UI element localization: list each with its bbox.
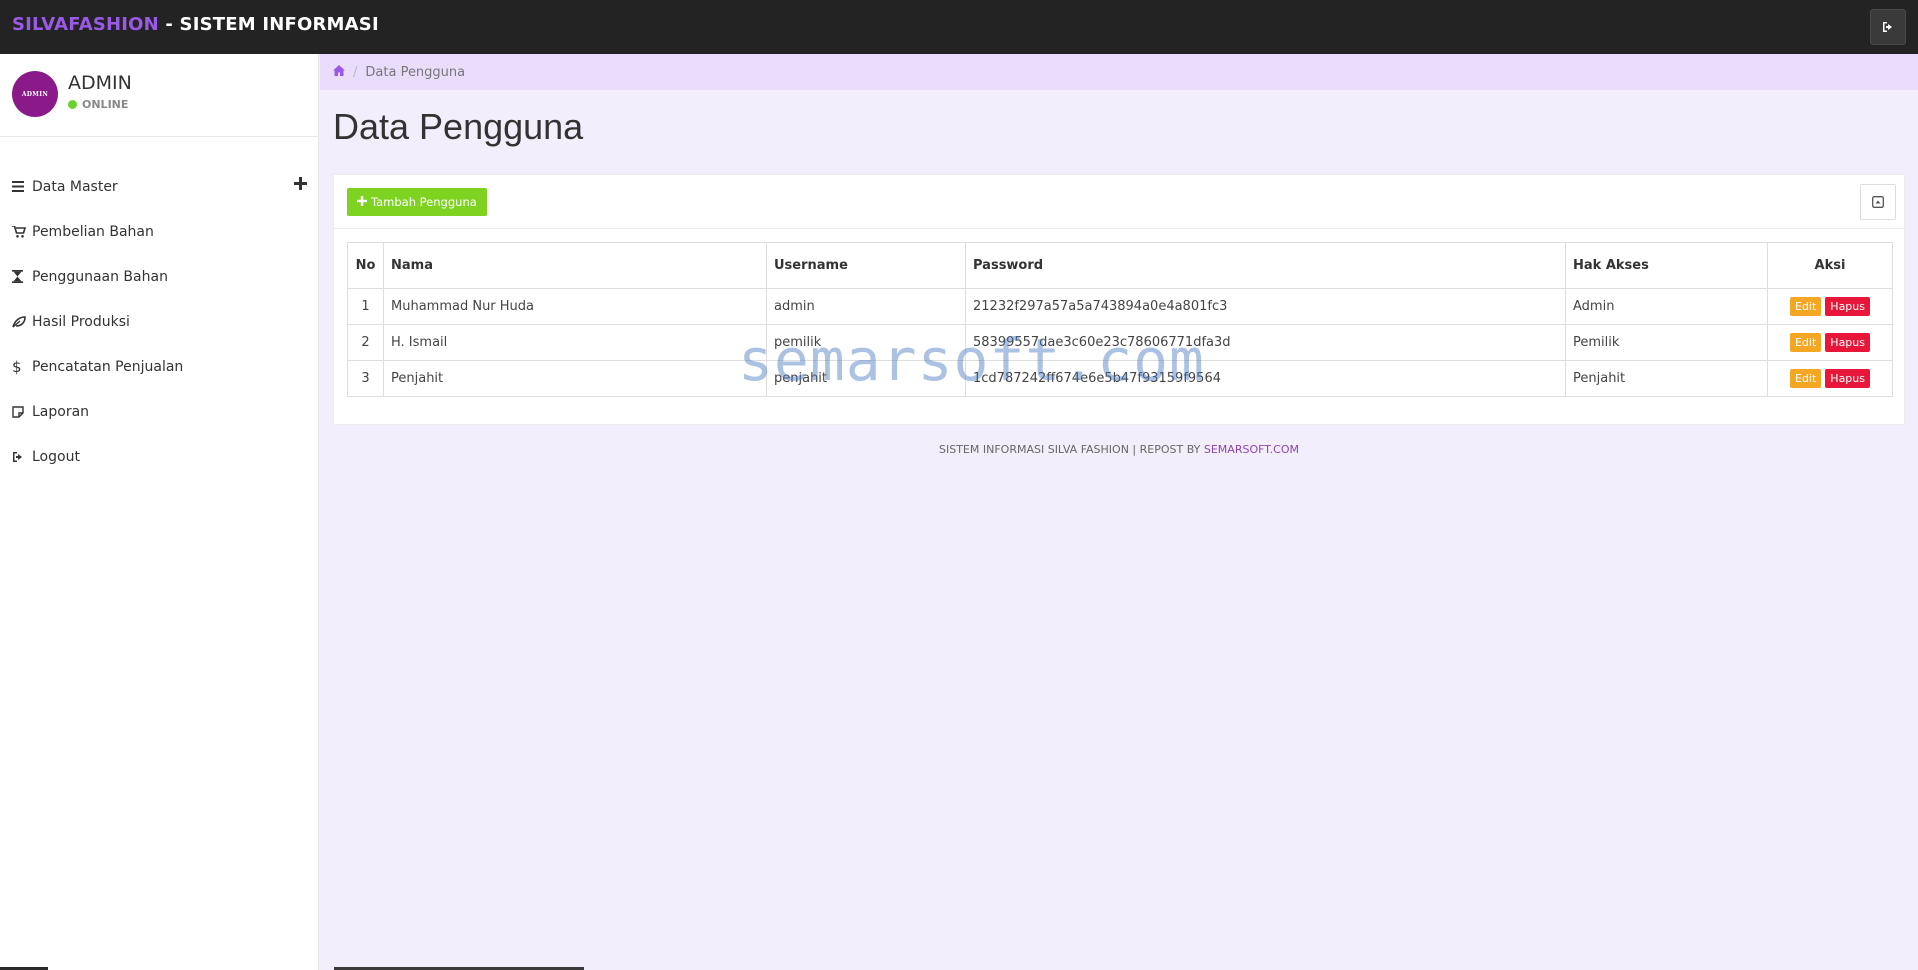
- sidebar-item-pembelian-bahan[interactable]: Pembelian Bahan: [0, 209, 319, 254]
- cell-hak-akses: Admin: [1565, 288, 1768, 325]
- home-icon[interactable]: [333, 64, 345, 80]
- sidebar-item-laporan[interactable]: Laporan: [0, 389, 319, 434]
- cell-aksi: Edit Hapus: [1767, 288, 1893, 325]
- cell-aksi: Edit Hapus: [1767, 360, 1893, 397]
- users-card: Tambah Pengguna No Nama Username Passwor…: [333, 174, 1905, 425]
- column-header-no: No: [347, 242, 384, 289]
- plus-icon: [357, 195, 367, 209]
- collapse-icon: [1872, 193, 1884, 212]
- cell-username: pemilik: [766, 324, 966, 361]
- cell-no: 2: [347, 324, 384, 361]
- card-header: Tambah Pengguna: [334, 175, 1904, 229]
- user-status: ONLINE: [68, 98, 128, 111]
- table-row: 2 H. Ismail pemilik 58399557dae3c60e23c7…: [347, 324, 1893, 361]
- top-logout-button[interactable]: [1870, 9, 1906, 45]
- cell-password: 58399557dae3c60e23c78606771dfa3d: [965, 324, 1566, 361]
- add-user-button[interactable]: Tambah Pengguna: [347, 188, 487, 216]
- user-status-label: ONLINE: [82, 98, 129, 111]
- column-header-hak-akses: Hak Akses: [1565, 242, 1768, 289]
- expand-plus-icon[interactable]: [294, 177, 307, 194]
- sidebar-item-label: Logout: [32, 448, 80, 465]
- edit-button[interactable]: Edit: [1789, 369, 1822, 388]
- sidebar-menu: Data Master Pembelian Bahan Penggunaan B…: [0, 164, 319, 479]
- hourglass-icon: [12, 270, 30, 283]
- footer-link[interactable]: SEMARSOFT.COM: [1204, 443, 1299, 456]
- column-header-aksi: Aksi: [1767, 242, 1893, 289]
- cell-username: penjahit: [766, 360, 966, 397]
- sidebar-item-pencatatan-penjualan[interactable]: $ Pencatatan Penjualan: [0, 344, 319, 389]
- breadcrumb: / Data Pengguna: [320, 54, 1918, 90]
- table-row: 1 Muhammad Nur Huda admin 21232f297a57a5…: [347, 288, 1893, 325]
- avatar: ADMIN: [12, 71, 58, 117]
- cell-username: admin: [766, 288, 966, 325]
- breadcrumb-separator: /: [353, 64, 358, 80]
- add-user-button-label: Tambah Pengguna: [371, 195, 477, 209]
- cell-hak-akses: Pemilik: [1565, 324, 1768, 361]
- column-header-username: Username: [766, 242, 966, 289]
- breadcrumb-current: Data Pengguna: [365, 64, 466, 80]
- sidebar-item-label: Laporan: [32, 403, 90, 420]
- shopping-cart-icon: [12, 225, 30, 238]
- edit-button[interactable]: Edit: [1789, 333, 1822, 352]
- table-header-row: No Nama Username Password Hak Akses Aksi: [347, 242, 1893, 289]
- delete-button[interactable]: Hapus: [1825, 333, 1870, 352]
- user-panel: ADMIN ADMIN ONLINE: [0, 54, 319, 137]
- users-table: No Nama Username Password Hak Akses Aksi…: [347, 242, 1893, 397]
- sidebar: ADMIN ADMIN ONLINE Data Master Pembelian…: [0, 54, 319, 970]
- sign-out-icon: [1882, 18, 1894, 37]
- column-header-nama: Nama: [383, 242, 767, 289]
- sidebar-item-label: Pencatatan Penjualan: [32, 358, 184, 375]
- sidebar-item-label: Penggunaan Bahan: [32, 268, 168, 285]
- delete-button[interactable]: Hapus: [1825, 369, 1870, 388]
- sidebar-item-hasil-produksi[interactable]: Hasil Produksi: [0, 299, 319, 344]
- table-row: 3 Penjahit penjahit 1cd787242ff674e6e5b4…: [347, 360, 1893, 397]
- cell-no: 3: [347, 360, 384, 397]
- cell-hak-akses: Penjahit: [1565, 360, 1768, 397]
- cell-password: 21232f297a57a5a743894a0e4a801fc3: [965, 288, 1566, 325]
- top-navbar: SILVAFASHION - SISTEM INFORMASI: [0, 0, 1918, 54]
- brand-primary: SILVAFASHION: [12, 14, 159, 35]
- delete-button[interactable]: Hapus: [1825, 297, 1870, 316]
- column-header-password: Password: [965, 242, 1566, 289]
- cell-nama: Muhammad Nur Huda: [383, 288, 767, 325]
- collapse-card-button[interactable]: [1860, 184, 1896, 220]
- sidebar-item-label: Data Master: [32, 178, 118, 195]
- sidebar-item-label: Hasil Produksi: [32, 313, 130, 330]
- sidebar-item-data-master[interactable]: Data Master: [0, 164, 319, 209]
- bars-icon: [12, 181, 30, 192]
- cell-password: 1cd787242ff674e6e5b47f93159f9564: [965, 360, 1566, 397]
- user-name: ADMIN: [68, 72, 132, 94]
- edit-button[interactable]: Edit: [1789, 297, 1822, 316]
- dollar-icon: $: [12, 357, 22, 376]
- sidebar-item-label: Pembelian Bahan: [32, 223, 154, 240]
- online-indicator-icon: [68, 100, 77, 109]
- cell-aksi: Edit Hapus: [1767, 324, 1893, 361]
- cell-no: 1: [347, 288, 384, 325]
- sidebar-item-logout[interactable]: Logout: [0, 434, 319, 479]
- sticky-note-icon: [12, 405, 30, 418]
- footer-text: SISTEM INFORMASI SILVA FASHION | REPOST …: [939, 443, 1204, 456]
- sidebar-item-penggunaan-bahan[interactable]: Penggunaan Bahan: [0, 254, 319, 299]
- brand-secondary: - SISTEM INFORMASI: [158, 14, 379, 35]
- cell-nama: H. Ismail: [383, 324, 767, 361]
- page-title: Data Pengguna: [333, 106, 584, 147]
- app-brand[interactable]: SILVAFASHION - SISTEM INFORMASI: [12, 14, 379, 35]
- sign-out-icon: [12, 451, 30, 463]
- footer: SISTEM INFORMASI SILVA FASHION | REPOST …: [320, 443, 1918, 456]
- cell-nama: Penjahit: [383, 360, 767, 397]
- leaf-icon: [12, 315, 30, 328]
